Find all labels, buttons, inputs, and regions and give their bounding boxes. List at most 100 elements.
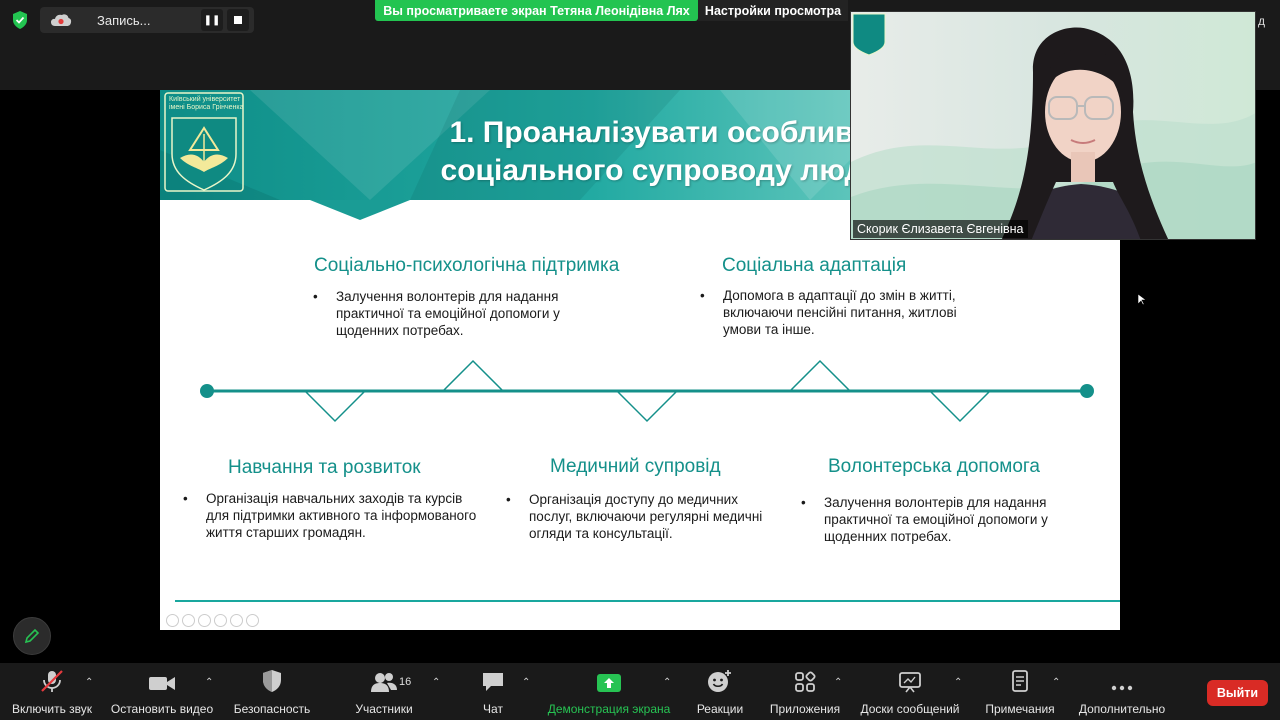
share-screen-icon (597, 674, 621, 692)
whiteboard-icon (899, 672, 921, 693)
apps-button[interactable]: Приложения (765, 663, 845, 720)
bullet-line: послуг, включаючи регулярні медичні (529, 509, 763, 524)
leave-meeting-button[interactable]: Выйти (1207, 680, 1268, 706)
bullet-line: щоденних потребах. (336, 323, 464, 338)
slide-nav-tools (166, 614, 259, 627)
section-title-education: Навчання та розвиток (228, 457, 421, 478)
clipped-view-label[interactable]: д (1258, 14, 1265, 28)
chat-label: Чат (483, 702, 503, 716)
section-bullet: Допомога в адаптації до змін в житті, вк… (700, 287, 957, 338)
annotate-button[interactable] (13, 617, 51, 655)
smiley-plus-icon (708, 670, 731, 692)
more-dots-icon (1111, 685, 1133, 691)
chat-bubble-icon (483, 673, 503, 691)
apps-options-caret[interactable]: ⌃ (834, 677, 842, 688)
section-title-social-psychological: Соціально-психологічна підтримка (314, 255, 620, 276)
reactions-button[interactable]: Реакции (692, 663, 748, 720)
bullet-line: практичної та емоційної допомоги у (336, 306, 560, 321)
section-list-volunteer: Залучення волонтерів для надання практич… (801, 494, 1048, 545)
security-label: Безопасность (233, 702, 311, 716)
section-list-social-psychological: Залучення волонтерів для надання практич… (313, 288, 560, 339)
screen-share-banner: Вы просматриваете экран Тетяна Леонідівн… (375, 0, 698, 21)
more-button[interactable]: Дополнительно (1074, 663, 1170, 720)
timeline-graphic (200, 359, 1094, 423)
encryption-shield-icon[interactable] (10, 10, 30, 30)
notes-label: Примечания (985, 702, 1055, 716)
bullet-line: Організація доступу до медичних (529, 492, 738, 507)
bullet-line: життя старших громадян. (206, 525, 366, 540)
participant-video-feed (851, 12, 1255, 239)
participants-label: Участники (355, 702, 413, 716)
recording-indicator: Запись... ❚❚ (40, 7, 254, 33)
whiteboards-options-caret[interactable]: ⌃ (954, 677, 962, 688)
next-slide-icon[interactable] (182, 614, 195, 627)
stop-video-label: Остановить видео (110, 702, 214, 716)
cloud-recording-icon (51, 14, 72, 26)
stop-recording-button[interactable] (227, 9, 249, 31)
apps-icon (795, 671, 816, 692)
share-screen-button[interactable]: Демонстрация экрана (545, 663, 673, 720)
zoom-icon[interactable] (230, 614, 243, 627)
security-button[interactable]: Безопасность (228, 663, 316, 720)
bullet-line: умови та інше. (723, 322, 815, 337)
mouse-cursor-icon (1138, 294, 1146, 306)
participant-video-tile[interactable]: Скорик Єлизавета Євгенівна (850, 11, 1256, 240)
unmute-label: Включить звук (11, 702, 93, 716)
shield-icon (263, 670, 281, 692)
whiteboards-button[interactable]: Доски сообщений (855, 663, 965, 720)
bullet-line: включаючи пенсійні питання, житлові (723, 305, 957, 320)
participant-name-label: Скорик Єлизавета Євгенівна (853, 220, 1028, 238)
video-camera-icon (149, 677, 175, 690)
apps-label: Приложения (769, 702, 841, 716)
bullet-line: практичної та емоційної допомоги у (824, 512, 1048, 527)
more-options-icon[interactable] (246, 614, 259, 627)
chat-options-caret[interactable]: ⌃ (522, 677, 530, 688)
logo-caption-line1: Київський університет (169, 96, 241, 103)
stop-video-button[interactable]: Остановить видео (107, 663, 217, 720)
reactions-label: Реакции (696, 702, 744, 716)
unmute-button[interactable]: Включить звук (6, 663, 98, 720)
section-bullet: Залучення волонтерів для надання практич… (313, 288, 560, 339)
logo-caption-line2: імені Бориса Грінченка (169, 104, 244, 111)
bullet-line: щоденних потребах. (824, 529, 952, 544)
bullet-line: Залучення волонтерів для надання (824, 495, 1047, 510)
notes-options-caret[interactable]: ⌃ (1052, 677, 1060, 688)
video-options-caret[interactable]: ⌃ (205, 677, 213, 688)
pause-recording-button[interactable]: ❚❚ (201, 9, 223, 31)
chat-button[interactable]: Чат (470, 663, 516, 720)
meeting-toolbar: Включить звук ⌃ Остановить видео ⌃ Безоп (0, 663, 1280, 720)
share-options-caret[interactable]: ⌃ (663, 677, 671, 688)
notes-button[interactable]: Примечания (980, 663, 1060, 720)
bullet-line: для підтримки активного та інформованого (206, 508, 477, 523)
audio-options-caret[interactable]: ⌃ (85, 677, 93, 688)
whiteboards-label: Доски сообщений (860, 702, 960, 716)
section-bullet: Організація доступу до медичних послуг, … (506, 491, 762, 542)
participants-count: 16 (399, 676, 412, 688)
bullet-line: огляди та консультації. (529, 526, 673, 541)
share-screen-label: Демонстрация экрана (547, 702, 671, 716)
more-label: Дополнительно (1078, 702, 1166, 716)
pen-tool-icon[interactable] (198, 614, 211, 627)
stop-icon (234, 16, 242, 24)
section-list-social-adaptation: Допомога в адаптації до змін в житті, вк… (700, 287, 957, 338)
slides-grid-icon[interactable] (214, 614, 227, 627)
participants-button[interactable]: Участники (348, 663, 420, 720)
bullet-line: Організація навчальних заходів та курсів (206, 491, 463, 506)
section-bullet: Організація навчальних заходів та курсів… (183, 490, 476, 541)
participants-icon (371, 673, 397, 692)
section-list-education: Організація навчальних заходів та курсів… (183, 490, 476, 541)
prev-slide-icon[interactable] (166, 614, 179, 627)
section-list-medical: Організація доступу до медичних послуг, … (506, 491, 762, 542)
recording-label: Запись... (97, 12, 151, 28)
section-title-social-adaptation: Соціальна адаптація (722, 255, 907, 276)
bullet-line: Залучення волонтерів для надання (336, 289, 559, 304)
section-bullet: Залучення волонтерів для надання практич… (801, 494, 1048, 545)
slide-bottom-line (175, 600, 1120, 602)
pencil-icon (24, 628, 40, 644)
view-settings-menu[interactable]: Настройки просмотра (698, 0, 848, 21)
zoom-meeting-window: Запись... ❚❚ Вы просматриваете экран Тет… (0, 0, 1280, 720)
participants-options-caret[interactable]: ⌃ (432, 677, 440, 688)
bullet-line: Допомога в адаптації до змін в житті, (723, 288, 956, 303)
header-notch (310, 200, 410, 220)
pause-icon: ❚❚ (203, 14, 221, 26)
